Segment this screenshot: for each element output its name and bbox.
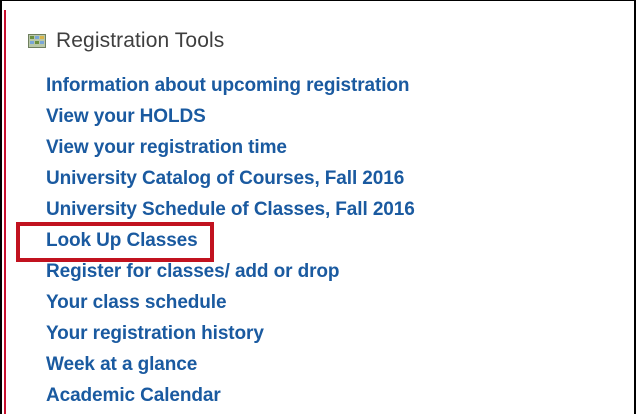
- frame-top-border: [0, 0, 636, 1]
- link-look-up-classes[interactable]: Look Up Classes: [26, 225, 616, 256]
- left-accent-bar: [4, 10, 6, 414]
- link-your-class-schedule[interactable]: Your class schedule: [26, 287, 616, 318]
- registration-tools-panel: Registration Tools Information about upc…: [26, 24, 616, 411]
- link-week-at-a-glance[interactable]: Week at a glance: [26, 349, 616, 380]
- link-your-registration-history[interactable]: Your registration history: [26, 318, 616, 349]
- link-information-upcoming-registration[interactable]: Information about upcoming registration: [26, 70, 616, 101]
- link-view-registration-time[interactable]: View your registration time: [26, 132, 616, 163]
- tools-icon: [26, 32, 48, 50]
- screenshot-frame: Registration Tools Information about upc…: [0, 0, 636, 414]
- panel-header: Registration Tools: [26, 24, 616, 58]
- link-academic-calendar[interactable]: Academic Calendar: [26, 380, 616, 411]
- link-university-schedule-classes[interactable]: University Schedule of Classes, Fall 201…: [26, 194, 616, 225]
- frame-left-border: [0, 0, 2, 414]
- registration-links-list: Information about upcoming registration …: [26, 70, 616, 411]
- link-register-for-classes[interactable]: Register for classes/ add or drop: [26, 256, 616, 287]
- panel-title: Registration Tools: [56, 29, 225, 52]
- link-view-holds[interactable]: View your HOLDS: [26, 101, 616, 132]
- link-university-catalog-courses[interactable]: University Catalog of Courses, Fall 2016: [26, 163, 616, 194]
